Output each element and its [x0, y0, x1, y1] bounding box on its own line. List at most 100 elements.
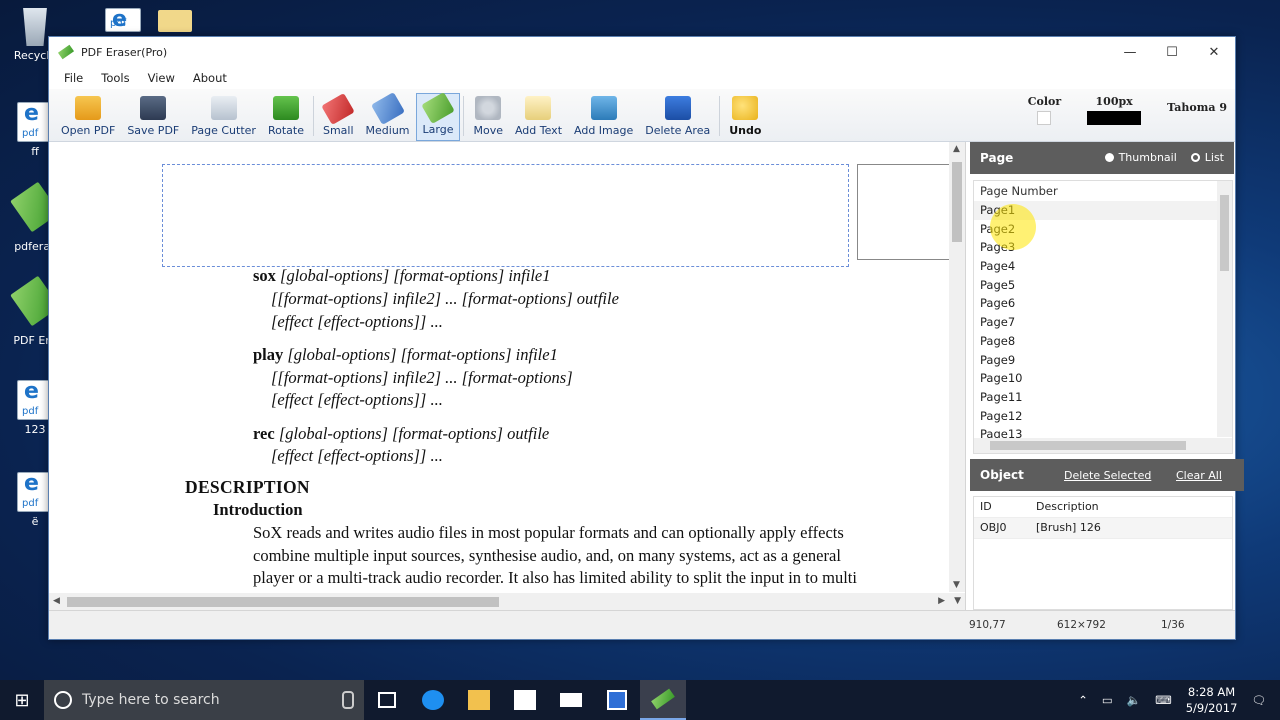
edge-icon	[422, 690, 444, 710]
scroll-thumb[interactable]	[67, 597, 499, 607]
page-list-vertical-scrollbar[interactable]	[1217, 181, 1232, 437]
page-list-horizontal-scrollbar[interactable]	[974, 438, 1232, 453]
list-label: List	[1204, 151, 1224, 164]
brush-size-swatch[interactable]	[1087, 111, 1142, 125]
color-label: Color	[1027, 95, 1062, 108]
delete-area-icon	[664, 96, 691, 120]
large-eraser-button[interactable]: Large	[415, 91, 461, 141]
status-bar: 910,77 612×792 1/36	[49, 610, 1235, 639]
move-button[interactable]: Move	[467, 93, 509, 141]
page-size: 612×792	[1057, 619, 1106, 631]
doc-horizontal-scrollbar[interactable]: ◀ ▶ ▼	[49, 593, 965, 610]
medium-eraser-button[interactable]: Medium	[360, 92, 416, 141]
move-label: Move	[473, 124, 503, 137]
color-picker[interactable]: Color	[1028, 95, 1061, 125]
menu-about[interactable]: About	[184, 71, 236, 85]
maximize-button[interactable]: ☐	[1151, 37, 1193, 67]
taskbar-search[interactable]: Type here to search	[44, 680, 364, 720]
add-image-button[interactable]: Add Image	[568, 93, 639, 141]
page-list-item[interactable]: Page7	[974, 313, 1232, 332]
font-picker[interactable]: Tahoma 9	[1167, 101, 1227, 114]
add-text-button[interactable]: Add Text	[509, 93, 568, 141]
brush-size-picker[interactable]: 100px	[1087, 95, 1142, 125]
delete-area-button[interactable]: Delete Area	[639, 93, 716, 141]
network-icon[interactable]: ▭	[1102, 693, 1113, 707]
close-button[interactable]: ✕	[1193, 37, 1235, 67]
mail-button[interactable]	[548, 680, 594, 720]
keyboard-icon[interactable]: ⌨	[1155, 693, 1172, 707]
page-list-item[interactable]: Page6	[974, 294, 1232, 313]
clear-all-link[interactable]: Clear All	[1176, 469, 1222, 482]
start-button[interactable]: ⊞	[0, 680, 44, 720]
radio-selected-icon	[1190, 153, 1200, 162]
doc-vertical-scrollbar[interactable]: ▲ ▼	[949, 142, 965, 592]
open-pdf-button[interactable]: Open PDF	[55, 93, 121, 141]
list-radio[interactable]: List	[1190, 151, 1224, 164]
page-panel-title: Page	[980, 151, 1014, 165]
desktop-icon-folder[interactable]	[140, 10, 210, 35]
page-list-item[interactable]: Page12	[974, 407, 1232, 426]
object-panel-title: Object	[980, 468, 1024, 482]
object-id: OBJ0	[980, 521, 1007, 534]
scroll-thumb[interactable]	[990, 441, 1186, 450]
small-eraser-icon	[321, 92, 356, 126]
volume-icon[interactable]: 🔈	[1127, 693, 1141, 707]
undo-button[interactable]: Undo	[723, 93, 767, 141]
microphone-icon[interactable]	[342, 691, 354, 709]
page-list-item[interactable]: Page8	[974, 332, 1232, 351]
task-view-button[interactable]	[364, 680, 410, 720]
page-list-item[interactable]: Page10	[974, 369, 1232, 388]
doc-line: [[format-options] infile2] ... [format-o…	[271, 368, 573, 387]
app-eraser-icon	[57, 44, 75, 60]
rotate-label: Rotate	[267, 124, 304, 137]
save-pdf-button[interactable]: Save PDF	[121, 93, 185, 141]
radio-dot-icon	[1104, 153, 1114, 162]
object-table-header: ID Description	[974, 497, 1232, 518]
store-button[interactable]	[502, 680, 548, 720]
object-table-row[interactable]: OBJ0 [Brush] 126	[974, 518, 1232, 539]
chevron-up-icon[interactable]: ⌃	[1078, 693, 1088, 707]
notifications-icon[interactable]: 🗨	[1251, 693, 1266, 707]
scroll-thumb[interactable]	[1220, 195, 1229, 271]
scroll-down-icon[interactable]: ▼	[953, 580, 960, 590]
small-eraser-button[interactable]: Small	[317, 92, 360, 141]
medium-label: Medium	[365, 124, 410, 137]
erased-area-selection[interactable]	[162, 164, 849, 267]
font-label: Tahoma 9	[1167, 101, 1227, 114]
color-swatch[interactable]	[1037, 111, 1052, 125]
file-explorer-button[interactable]	[456, 680, 502, 720]
scroll-down-icon[interactable]: ▼	[954, 596, 961, 606]
page-list-item[interactable]: Page4	[974, 257, 1232, 276]
menu-file[interactable]: File	[55, 71, 92, 85]
toolbar: Open PDF Save PDF Page Cutter Rotate Sma…	[49, 89, 1235, 142]
page-list-item[interactable]: Page11	[974, 388, 1232, 407]
cortana-icon	[54, 691, 72, 709]
page-cutter-label: Page Cutter	[191, 124, 256, 137]
rotate-button[interactable]: Rotate	[262, 93, 310, 141]
menu-tools[interactable]: Tools	[92, 71, 138, 85]
medium-eraser-icon	[370, 92, 405, 125]
scroll-left-icon[interactable]: ◀	[53, 596, 60, 606]
task-view-icon	[378, 692, 396, 708]
app-window: PDF Eraser(Pro) — ☐ ✕ File Tools View Ab…	[48, 36, 1244, 640]
clock[interactable]: 8:28 AM 5/9/2017	[1186, 684, 1238, 716]
page-list-item[interactable]: Page9	[974, 351, 1232, 370]
page-list-item[interactable]: Page5	[974, 276, 1232, 295]
scroll-thumb[interactable]	[952, 162, 962, 242]
title-bar[interactable]: PDF Eraser(Pro) — ☐ ✕	[49, 37, 1235, 67]
pdf-eraser-taskbar-button[interactable]	[640, 680, 686, 720]
doc-line: sox [global-options] [format-options] in…	[253, 266, 551, 285]
page-cutter-button[interactable]: Page Cutter	[185, 93, 262, 141]
document-canvas[interactable]: sox [global-options] [format-options] in…	[49, 142, 966, 610]
doc-heading: DESCRIPTION	[185, 477, 310, 497]
scroll-up-icon[interactable]: ▲	[953, 144, 960, 154]
minimize-button[interactable]: —	[1109, 37, 1151, 67]
menu-view[interactable]: View	[139, 71, 184, 85]
page-list-header: Page Number	[980, 184, 1058, 198]
windows-logo-icon: ⊞	[14, 689, 30, 711]
delete-selected-link[interactable]: Delete Selected	[1064, 469, 1151, 482]
scroll-right-icon[interactable]: ▶	[938, 596, 945, 606]
edge-button[interactable]	[410, 680, 456, 720]
thumbnail-radio[interactable]: Thumbnail	[1104, 151, 1177, 164]
app-button[interactable]	[594, 680, 640, 720]
